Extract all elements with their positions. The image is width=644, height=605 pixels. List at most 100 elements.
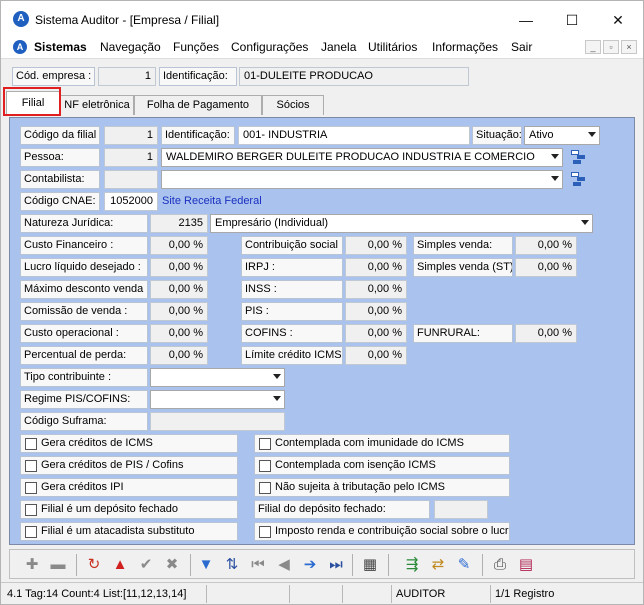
isencao-icms-checkbox[interactable]: Contemplada com isenção ICMS xyxy=(254,456,510,475)
add-icon[interactable]: ✚ xyxy=(22,555,42,575)
toolbar-separator xyxy=(388,554,389,576)
percentual-perda-field[interactable]: 0,00 % xyxy=(150,346,208,365)
cofins-field[interactable]: 0,00 % xyxy=(345,324,407,343)
codigo-suframa-field[interactable] xyxy=(150,412,285,431)
irpj-field[interactable]: 0,00 % xyxy=(345,258,407,277)
empresa-identificacao-field[interactable]: 01-DULEITE PRODUCAO xyxy=(239,67,469,86)
chevron-down-icon xyxy=(273,396,281,401)
contabilista-code-field[interactable] xyxy=(104,170,158,189)
mdi-close-icon[interactable]: × xyxy=(621,40,637,54)
contabilista-select[interactable] xyxy=(161,170,563,189)
refresh-icon[interactable]: ↻ xyxy=(84,555,104,575)
report-icon[interactable]: ▤ xyxy=(516,555,536,575)
limite-icms-field[interactable]: 0,00 % xyxy=(345,346,407,365)
inss-label: INSS : xyxy=(241,280,343,299)
max-desconto-field[interactable]: 0,00 % xyxy=(150,280,208,299)
filter-icon[interactable]: ▼ xyxy=(196,555,216,575)
menu-informacoes[interactable]: Informações xyxy=(432,40,498,54)
filial-deposito-field[interactable] xyxy=(434,500,488,519)
print-icon[interactable]: ⎙ xyxy=(490,555,510,575)
contabilista-lookup-icon[interactable] xyxy=(570,171,586,187)
natureza-code-field[interactable]: 2135 xyxy=(150,214,208,233)
codigo-filial-field[interactable]: 1 xyxy=(104,126,158,145)
empresa-identificacao-label: Identificação: xyxy=(159,67,237,86)
lucro-liquido-field[interactable]: 0,00 % xyxy=(150,258,208,277)
first-icon[interactable]: ⏮ xyxy=(248,555,268,575)
confirm-icon[interactable]: ✔ xyxy=(136,555,156,575)
next-icon[interactable]: ➔ xyxy=(300,555,320,575)
toolbar-separator xyxy=(190,554,191,576)
toolbar-separator xyxy=(352,554,353,576)
natureza-select[interactable]: Empresário (Individual) xyxy=(210,214,593,233)
imposto-renda-checkbox[interactable]: Imposto renda e contribuição social sobr… xyxy=(254,522,510,541)
cnae-field[interactable]: 1052000 xyxy=(104,192,158,211)
atacadista-substituto-text: Filial é um atacadista substituto xyxy=(41,525,195,537)
remove-icon[interactable]: ▬ xyxy=(48,555,68,575)
tab-socios[interactable]: Sócios xyxy=(262,95,324,115)
status-empty-3 xyxy=(342,585,388,603)
simples-venda-st-field[interactable]: 0,00 % xyxy=(515,258,577,277)
custo-financeiro-field[interactable]: 0,00 % xyxy=(150,236,208,255)
custo-operacional-field[interactable]: 0,00 % xyxy=(150,324,208,343)
menu-sistemas[interactable]: Sistemas xyxy=(34,40,87,54)
menu-configuracoes[interactable]: Configurações xyxy=(231,40,308,54)
menu-utilitarios[interactable]: Utilitários xyxy=(368,40,417,54)
gera-creditos-ipi-text: Gera créditos IPI xyxy=(41,481,124,493)
cancel-icon[interactable]: ✖ xyxy=(162,555,182,575)
simples-venda-label: Simples venda: xyxy=(413,236,513,255)
maximize-button[interactable]: ☐ xyxy=(549,5,595,35)
atacadista-substituto-checkbox[interactable]: Filial é um atacadista substituto xyxy=(20,522,238,541)
sort-icon[interactable]: ⇅ xyxy=(222,555,242,575)
situacao-label: Situação: xyxy=(472,126,522,145)
gera-creditos-ipi-checkbox[interactable]: Gera créditos IPI xyxy=(20,478,238,497)
last-icon[interactable]: ⏭ xyxy=(326,555,346,575)
simples-venda-field[interactable]: 0,00 % xyxy=(515,236,577,255)
receita-federal-link[interactable]: Site Receita Federal xyxy=(162,195,262,207)
codigo-suframa-label: Código Suframa: xyxy=(20,412,148,431)
comissao-field[interactable]: 0,00 % xyxy=(150,302,208,321)
mdi-minimize-icon[interactable]: _ xyxy=(585,40,601,54)
pessoa-select[interactable]: WALDEMIRO BERGER DULEITE PRODUCAO INDUST… xyxy=(161,148,563,167)
gera-creditos-icms-checkbox[interactable]: Gera créditos de ICMS xyxy=(20,434,238,453)
situacao-select[interactable]: Ativo xyxy=(524,126,600,145)
filial-identificacao-field[interactable]: 001- INDUSTRIA xyxy=(238,126,470,145)
gera-creditos-pis-checkbox[interactable]: Gera créditos de PIS / Cofins xyxy=(20,456,238,475)
funrural-label: FUNRURAL: xyxy=(413,324,513,343)
mdi-restore-icon[interactable]: ▫ xyxy=(603,40,619,54)
pessoa-lookup-icon[interactable] xyxy=(570,149,586,165)
imunidade-icms-checkbox[interactable]: Contemplada com imunidade do ICMS xyxy=(254,434,510,453)
tab-nf-eletronica[interactable]: NF eletrônica xyxy=(60,95,134,115)
minimize-button[interactable]: — xyxy=(503,5,549,35)
pessoa-code-field[interactable]: 1 xyxy=(104,148,158,167)
export-icon[interactable]: ⇶ xyxy=(402,555,422,575)
tab-folha-pagamento[interactable]: Folha de Pagamento xyxy=(134,95,262,115)
warning-icon[interactable]: ▲ xyxy=(110,555,130,575)
tipo-contribuinte-label: Tipo contribuinte : xyxy=(20,368,148,387)
menu-funcoes[interactable]: Funções xyxy=(173,40,219,54)
tipo-contribuinte-select[interactable] xyxy=(150,368,285,387)
chevron-down-icon xyxy=(273,374,281,379)
regime-pis-cofins-select[interactable] xyxy=(150,390,285,409)
close-button[interactable]: ✕ xyxy=(595,5,641,35)
pessoa-label: Pessoa: xyxy=(20,148,100,167)
imposto-renda-text: Imposto renda e contribuição social sobr… xyxy=(275,525,510,537)
cnae-label: Código CNAE: xyxy=(20,192,100,211)
empresa-code-field[interactable]: 1 xyxy=(98,67,156,86)
regime-pis-cofins-label: Regime PIS/COFINS: xyxy=(20,390,148,409)
toolbar-separator xyxy=(482,554,483,576)
pis-field[interactable]: 0,00 % xyxy=(345,302,407,321)
funrural-field[interactable]: 0,00 % xyxy=(515,324,577,343)
status-info: 4.1 Tag:14 Count:4 List:[11,12,13,14] xyxy=(7,588,187,600)
transfer-icon[interactable]: ⇄ xyxy=(428,555,448,575)
tab-strip: Filial NF eletrônica Folha de Pagamento … xyxy=(1,91,643,115)
deposito-fechado-checkbox[interactable]: Filial é um depósito fechado xyxy=(20,500,238,519)
inss-field[interactable]: 0,00 % xyxy=(345,280,407,299)
menu-navegacao[interactable]: Navegação xyxy=(100,40,161,54)
calculator-icon[interactable]: ▦ xyxy=(360,555,380,575)
menu-sair[interactable]: Sair xyxy=(511,40,532,54)
contribuicao-social-field[interactable]: 0,00 % xyxy=(345,236,407,255)
menu-janela[interactable]: Janela xyxy=(321,40,356,54)
prev-icon[interactable]: ◀ xyxy=(274,555,294,575)
edit-icon[interactable]: ✎ xyxy=(454,555,474,575)
nao-sujeita-icms-checkbox[interactable]: Não sujeita à tributação pelo ICMS xyxy=(254,478,510,497)
